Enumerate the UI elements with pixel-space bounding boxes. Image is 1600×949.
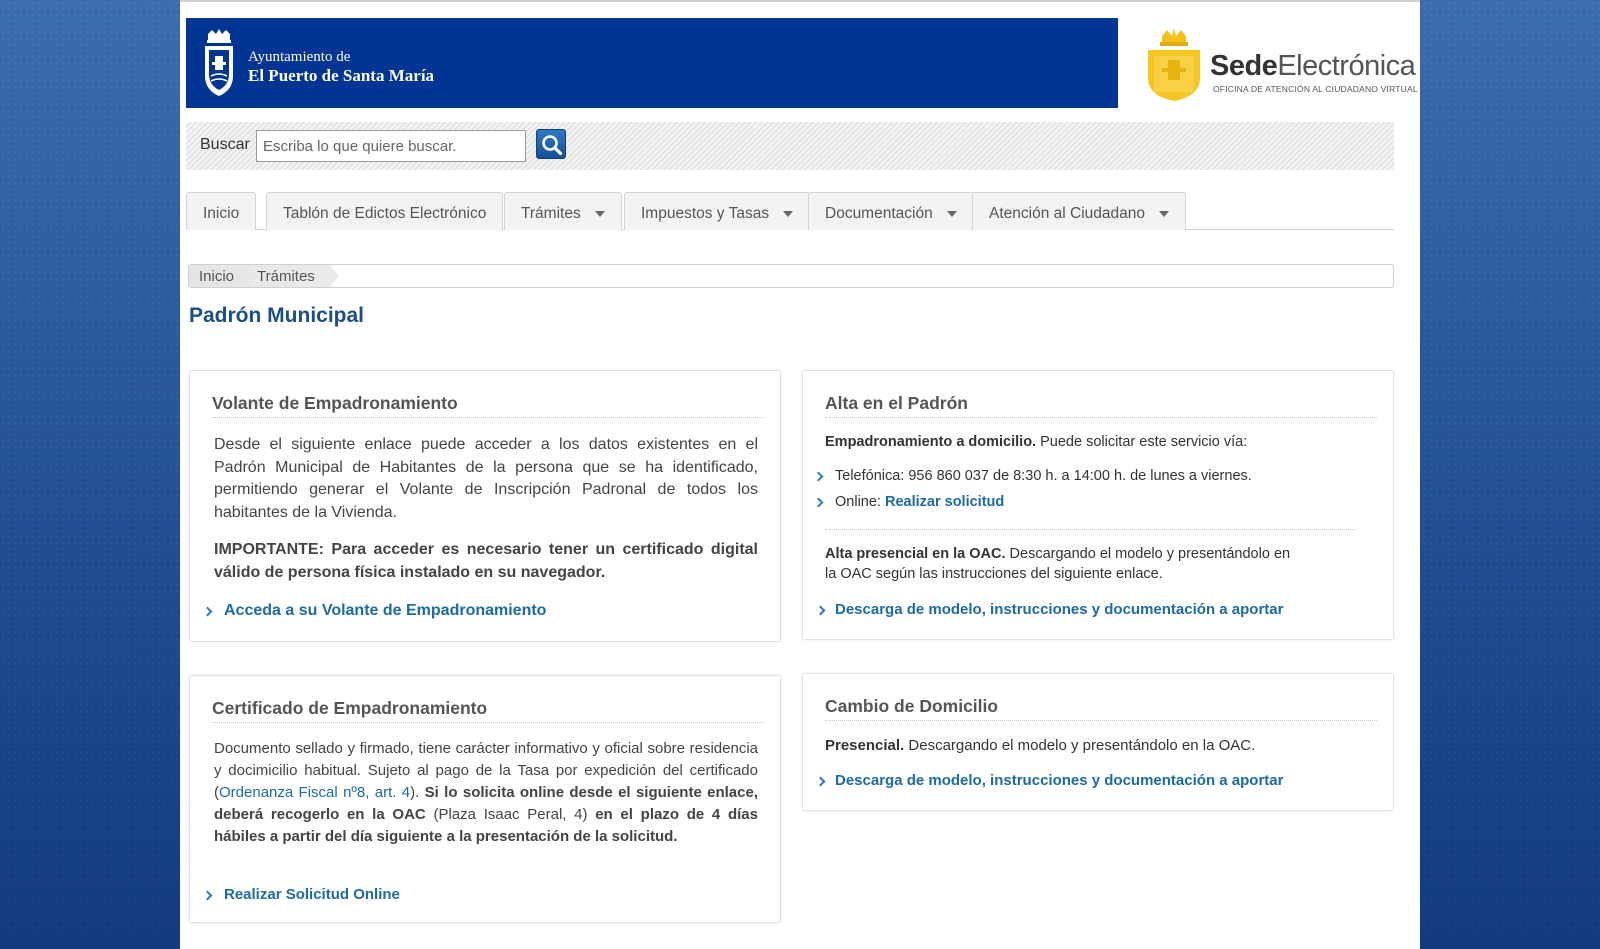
card-alta: Alta en el Padrón Empadronamiento a domi… [802,370,1394,640]
chevron-right-icon [202,890,213,901]
divider [825,720,1377,721]
tab-documentacion[interactable]: Documentación [808,192,974,230]
breadcrumb-inicio[interactable]: Inicio [199,265,234,287]
page-title: Padrón Municipal [189,304,365,327]
search-bar: Buscar [186,122,1394,170]
domicilio-text: Puede solicitar este servicio vía: [1040,434,1248,450]
chevron-right-icon [813,471,824,482]
online-line: Online: Realizar solicitud [835,494,1004,510]
certificado-text-2: ). [410,784,420,801]
solicitud-online-link[interactable]: Realizar Solicitud Online [224,886,400,903]
oac-address: (Plaza Isaac Peral, 4) [433,806,588,823]
card-certificado: Certificado de Empadronamiento Documento… [189,675,781,923]
sede-bold: Sede [1210,50,1278,82]
breadcrumb: Inicio Trámites [188,264,1394,288]
sede-subtitle: OFICINA DE ATENCIÓN AL CIUDADANO VIRTUAL [1213,84,1418,94]
realizar-solicitud-link[interactable]: Realizar solicitud [885,494,1004,510]
card-cambio-domicilio: Cambio de Domicilio Presencial. Descarga… [802,673,1394,811]
divider [825,417,1377,418]
municipality-name: El Puerto de Santa María [248,66,435,85]
chevron-down-icon [783,210,794,217]
cambio-presencial-text: Descargando el modelo y presentándolo en… [908,737,1256,754]
chevron-right-icon [815,605,826,616]
chevron-right-icon [815,776,826,787]
card-title: Volante de Empadronamiento [212,393,458,413]
domicilio-bold: Empadronamiento a domicilio. [825,434,1037,450]
presencial-line-1: Alta presencial en la OAC. Descargando e… [825,546,1290,562]
online-label: Online: [835,494,881,510]
chevron-right-icon [202,606,213,617]
card-title: Cambio de Domicilio [825,696,999,716]
divider [212,722,764,723]
certificado-text: Documento sellado y firmado, tiene carác… [214,738,758,848]
alta-descarga-link[interactable]: Descarga de modelo, instrucciones y docu… [835,601,1283,618]
tab-label: Trámites [521,205,581,222]
tab-label: Tablón de Edictos Electrónico [283,205,487,222]
telefonica-line: Telefónica: 956 860 037 de 8:30 h. a 14:… [835,468,1252,484]
page-container: Ayuntamiento de El Puerto de Santa María… [180,0,1420,949]
sede-electronica-title: SedeElectrónica [1210,50,1416,83]
city-crest-icon [205,29,233,96]
search-label: Buscar [200,136,250,153]
important-note: IMPORTANTE: Para acceder es necesario te… [214,539,758,584]
important-label: IMPORTANTE: [214,541,324,558]
search-icon [542,135,563,156]
divider [212,417,764,418]
tab-tablon-edictos[interactable]: Tablón de Edictos Electrónico [266,192,504,230]
card-volante: Volante de Empadronamiento Desde el sigu… [189,370,781,642]
tab-tramites[interactable]: Trámites [504,192,622,230]
sede-light: Electrónica [1277,50,1416,82]
card-title: Certificado de Empadronamiento [212,698,488,718]
search-button[interactable] [536,129,566,159]
chevron-down-icon [946,210,957,217]
cambio-presencial-line: Presencial. Descargando el modelo y pres… [825,737,1255,754]
cambio-presencial-bold: Presencial. [825,737,905,754]
ayuntamiento-label: Ayuntamiento de [248,49,351,65]
sede-crest-icon [1148,28,1200,101]
tab-inicio[interactable]: Inicio [186,192,257,230]
cambio-descarga-link[interactable]: Descarga de modelo, instrucciones y docu… [835,772,1283,789]
chevron-down-icon [1158,210,1169,217]
ordenanza-link[interactable]: Ordenanza Fiscal nº8, art. 4 [219,784,410,801]
breadcrumb-tramites[interactable]: Trámites [257,265,315,287]
card-title: Alta en el Padrón [825,393,968,413]
presencial-text: Descargando el modelo y presentándolo en [1009,546,1291,562]
presencial-line-2: la OAC según las instrucciones del sigui… [825,566,1163,582]
presencial-bold: Alta presencial en la OAC. [825,546,1006,562]
header-banner[interactable]: Ayuntamiento de El Puerto de Santa María [186,18,1118,108]
chevron-right-icon [813,497,824,508]
tab-label: Inicio [203,205,240,222]
tab-label: Documentación [825,205,933,222]
volante-link[interactable]: Acceda a su Volante de Empadronamiento [224,602,546,620]
tab-label: Atención al Ciudadano [989,205,1145,222]
tab-atencion-ciudadano[interactable]: Atención al Ciudadano [972,192,1186,230]
divider [825,529,1355,530]
tab-impuestos-tasas[interactable]: Impuestos y Tasas [624,192,811,230]
domicilio-line: Empadronamiento a domicilio. Puede solic… [825,434,1247,450]
search-input[interactable] [256,130,526,162]
main-nav: Inicio Tablón de Edictos Electrónico Trá… [186,192,1394,230]
tab-label: Impuestos y Tasas [641,205,770,222]
card-text: Desde el siguiente enlace puede acceder … [214,436,758,521]
chevron-down-icon [594,210,605,217]
